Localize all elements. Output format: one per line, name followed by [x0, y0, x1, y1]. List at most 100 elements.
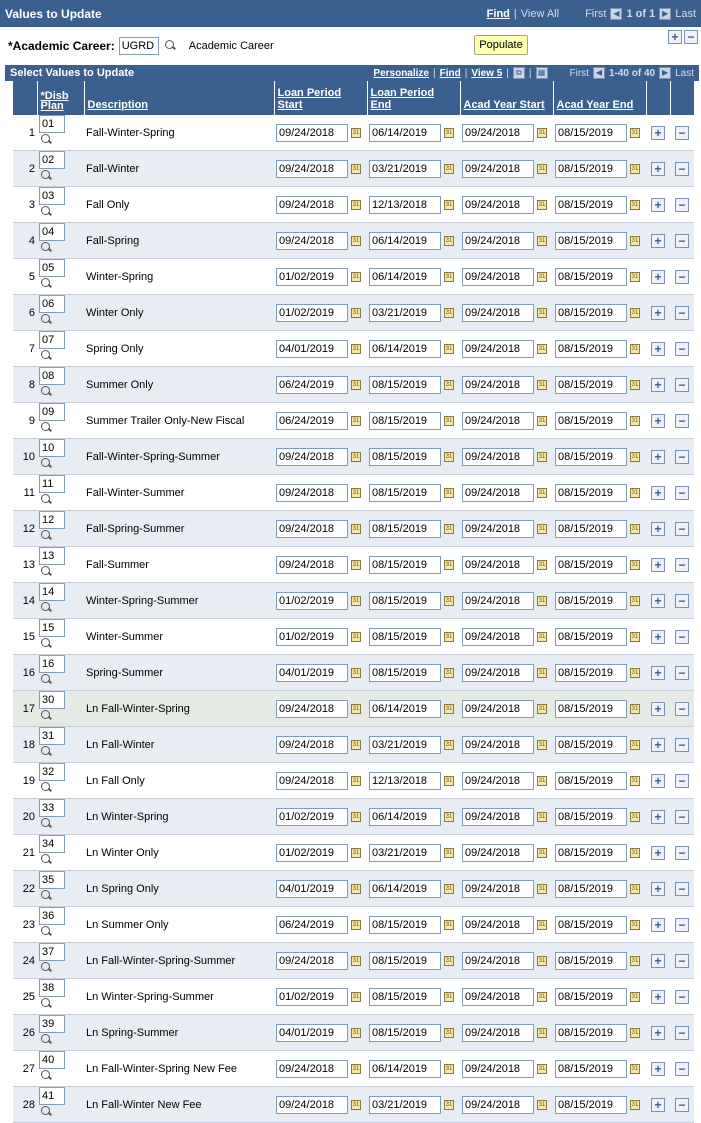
- date-input[interactable]: 09/24/2018: [462, 123, 534, 142]
- magnifier-icon[interactable]: [39, 673, 53, 687]
- date-input[interactable]: 08/15/2019: [555, 879, 627, 898]
- calendar-icon[interactable]: 31: [537, 703, 547, 714]
- minus-icon[interactable]: −: [675, 521, 689, 536]
- date-input[interactable]: 09/24/2018: [276, 1059, 348, 1078]
- magnifier-icon[interactable]: [39, 457, 53, 471]
- calendar-icon[interactable]: 31: [351, 631, 361, 642]
- calendar-icon[interactable]: 31: [444, 307, 454, 318]
- calendar-icon[interactable]: 31: [537, 1099, 547, 1110]
- date-input[interactable]: 08/15/2019: [369, 375, 441, 394]
- date-input[interactable]: 09/24/2018: [276, 735, 348, 754]
- date-input[interactable]: 08/15/2019: [555, 591, 627, 610]
- disb-plan-input[interactable]: 13: [39, 547, 65, 565]
- date-input[interactable]: 08/15/2019: [555, 267, 627, 286]
- plus-icon[interactable]: +: [651, 269, 665, 284]
- disb-plan-input[interactable]: 14: [39, 583, 65, 601]
- date-input[interactable]: 09/24/2018: [462, 555, 534, 574]
- calendar-icon[interactable]: 31: [444, 991, 454, 1002]
- date-input[interactable]: 09/24/2018: [276, 159, 348, 178]
- view-all-link[interactable]: View All: [521, 8, 559, 20]
- date-input[interactable]: 09/24/2018: [462, 231, 534, 250]
- minus-icon[interactable]: −: [675, 629, 689, 644]
- date-input[interactable]: 08/15/2019: [555, 555, 627, 574]
- magnifier-icon[interactable]: [39, 997, 53, 1011]
- magnifier-icon[interactable]: [39, 1105, 53, 1119]
- calendar-icon[interactable]: 31: [444, 415, 454, 426]
- calendar-icon[interactable]: 31: [444, 1063, 454, 1074]
- date-input[interactable]: 09/24/2018: [276, 447, 348, 466]
- academic-career-input[interactable]: UGRD: [118, 37, 159, 55]
- date-input[interactable]: 09/24/2018: [462, 159, 534, 178]
- col-acad-year-start[interactable]: Acad Year Start: [460, 81, 554, 115]
- disb-plan-input[interactable]: 04: [39, 223, 65, 241]
- calendar-icon[interactable]: 31: [444, 487, 454, 498]
- plus-icon[interactable]: +: [651, 845, 665, 860]
- calendar-icon[interactable]: 31: [537, 667, 547, 678]
- minus-icon[interactable]: −: [675, 413, 689, 428]
- calendar-icon[interactable]: 31: [630, 271, 640, 282]
- calendar-icon[interactable]: 31: [444, 811, 454, 822]
- disb-plan-input[interactable]: 07: [39, 331, 65, 349]
- magnifier-icon[interactable]: [39, 925, 53, 939]
- calendar-icon[interactable]: 31: [630, 775, 640, 786]
- calendar-icon[interactable]: 31: [444, 1099, 454, 1110]
- minus-icon[interactable]: −: [675, 269, 689, 284]
- calendar-icon[interactable]: 31: [630, 127, 640, 138]
- magnifier-icon[interactable]: [39, 745, 53, 759]
- date-input[interactable]: 03/21/2019: [369, 303, 441, 322]
- date-input[interactable]: 09/24/2018: [276, 123, 348, 142]
- date-input[interactable]: 08/15/2019: [555, 231, 627, 250]
- calendar-icon[interactable]: 31: [444, 775, 454, 786]
- plus-icon[interactable]: +: [651, 161, 665, 176]
- minus-icon[interactable]: −: [675, 737, 689, 752]
- minus-icon[interactable]: −: [675, 125, 689, 140]
- date-input[interactable]: 01/02/2019: [276, 627, 348, 646]
- date-input[interactable]: 01/02/2019: [276, 303, 348, 322]
- plus-icon[interactable]: +: [668, 30, 682, 44]
- calendar-icon[interactable]: 31: [537, 235, 547, 246]
- date-input[interactable]: 01/02/2019: [276, 267, 348, 286]
- calendar-icon[interactable]: 31: [537, 847, 547, 858]
- date-input[interactable]: 03/21/2019: [369, 159, 441, 178]
- date-input[interactable]: 06/14/2019: [369, 807, 441, 826]
- grid-next-arrow-icon[interactable]: ▶: [659, 67, 672, 79]
- calendar-icon[interactable]: 31: [351, 343, 361, 354]
- minus-icon[interactable]: −: [675, 773, 689, 788]
- date-input[interactable]: 09/24/2018: [462, 483, 534, 502]
- date-input[interactable]: 08/15/2019: [555, 807, 627, 826]
- magnifier-icon[interactable]: [39, 1033, 53, 1047]
- minus-icon[interactable]: −: [675, 665, 689, 680]
- minus-icon[interactable]: −: [675, 701, 689, 716]
- calendar-icon[interactable]: 31: [444, 703, 454, 714]
- magnifier-icon[interactable]: [39, 1069, 53, 1083]
- calendar-icon[interactable]: 31: [351, 1099, 361, 1110]
- date-input[interactable]: 08/15/2019: [555, 519, 627, 538]
- calendar-icon[interactable]: 31: [630, 1063, 640, 1074]
- minus-icon[interactable]: −: [684, 30, 698, 44]
- date-input[interactable]: 08/15/2019: [369, 663, 441, 682]
- col-acad-year-end[interactable]: Acad Year End: [553, 81, 647, 115]
- calendar-icon[interactable]: 31: [444, 451, 454, 462]
- plus-icon[interactable]: +: [651, 593, 665, 608]
- calendar-icon[interactable]: 31: [351, 919, 361, 930]
- calendar-icon[interactable]: 31: [351, 487, 361, 498]
- disb-plan-input[interactable]: 35: [39, 871, 65, 889]
- magnifier-icon[interactable]: [39, 817, 53, 831]
- calendar-icon[interactable]: 31: [630, 739, 640, 750]
- plus-icon[interactable]: +: [651, 665, 665, 680]
- date-input[interactable]: 08/15/2019: [369, 483, 441, 502]
- calendar-icon[interactable]: 31: [351, 379, 361, 390]
- date-input[interactable]: 08/15/2019: [555, 483, 627, 502]
- calendar-icon[interactable]: 31: [630, 559, 640, 570]
- date-input[interactable]: 08/15/2019: [369, 411, 441, 430]
- calendar-icon[interactable]: 31: [537, 343, 547, 354]
- calendar-icon[interactable]: 31: [351, 595, 361, 606]
- calendar-icon[interactable]: 31: [630, 235, 640, 246]
- disb-plan-input[interactable]: 31: [39, 727, 65, 745]
- calendar-icon[interactable]: 31: [537, 451, 547, 462]
- plus-icon[interactable]: +: [651, 125, 665, 140]
- grid-find-link[interactable]: Find: [440, 68, 461, 79]
- date-input[interactable]: 09/24/2018: [462, 627, 534, 646]
- date-input[interactable]: 08/15/2019: [555, 987, 627, 1006]
- disb-plan-input[interactable]: 15: [39, 619, 65, 637]
